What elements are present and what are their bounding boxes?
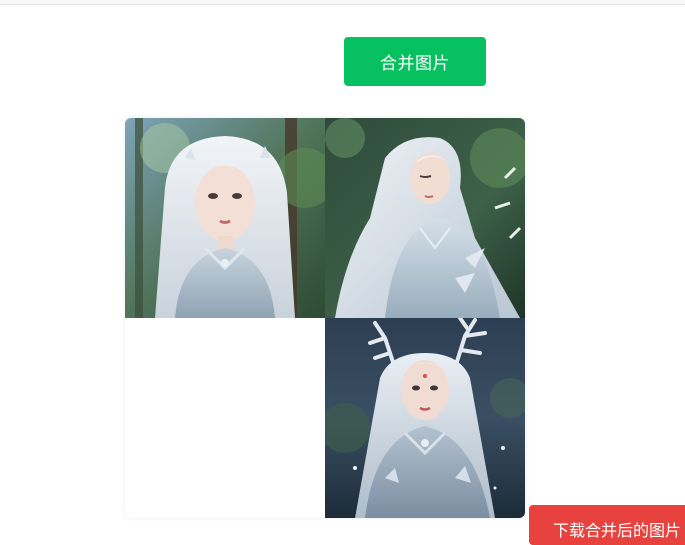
top-divider xyxy=(0,0,685,5)
download-merged-image-button[interactable]: 下载合并后的图片 xyxy=(529,505,685,545)
image-tile-2 xyxy=(325,118,525,318)
portrait-photo-2 xyxy=(325,118,525,318)
portrait-photo-1 xyxy=(125,118,325,318)
portrait-photo-4 xyxy=(325,318,525,518)
image-tile-4 xyxy=(325,318,525,518)
merge-images-button[interactable]: 合并图片 xyxy=(344,37,486,86)
image-tile-1 xyxy=(125,118,325,318)
image-tile-empty xyxy=(125,318,325,518)
merged-image-grid xyxy=(125,118,525,518)
